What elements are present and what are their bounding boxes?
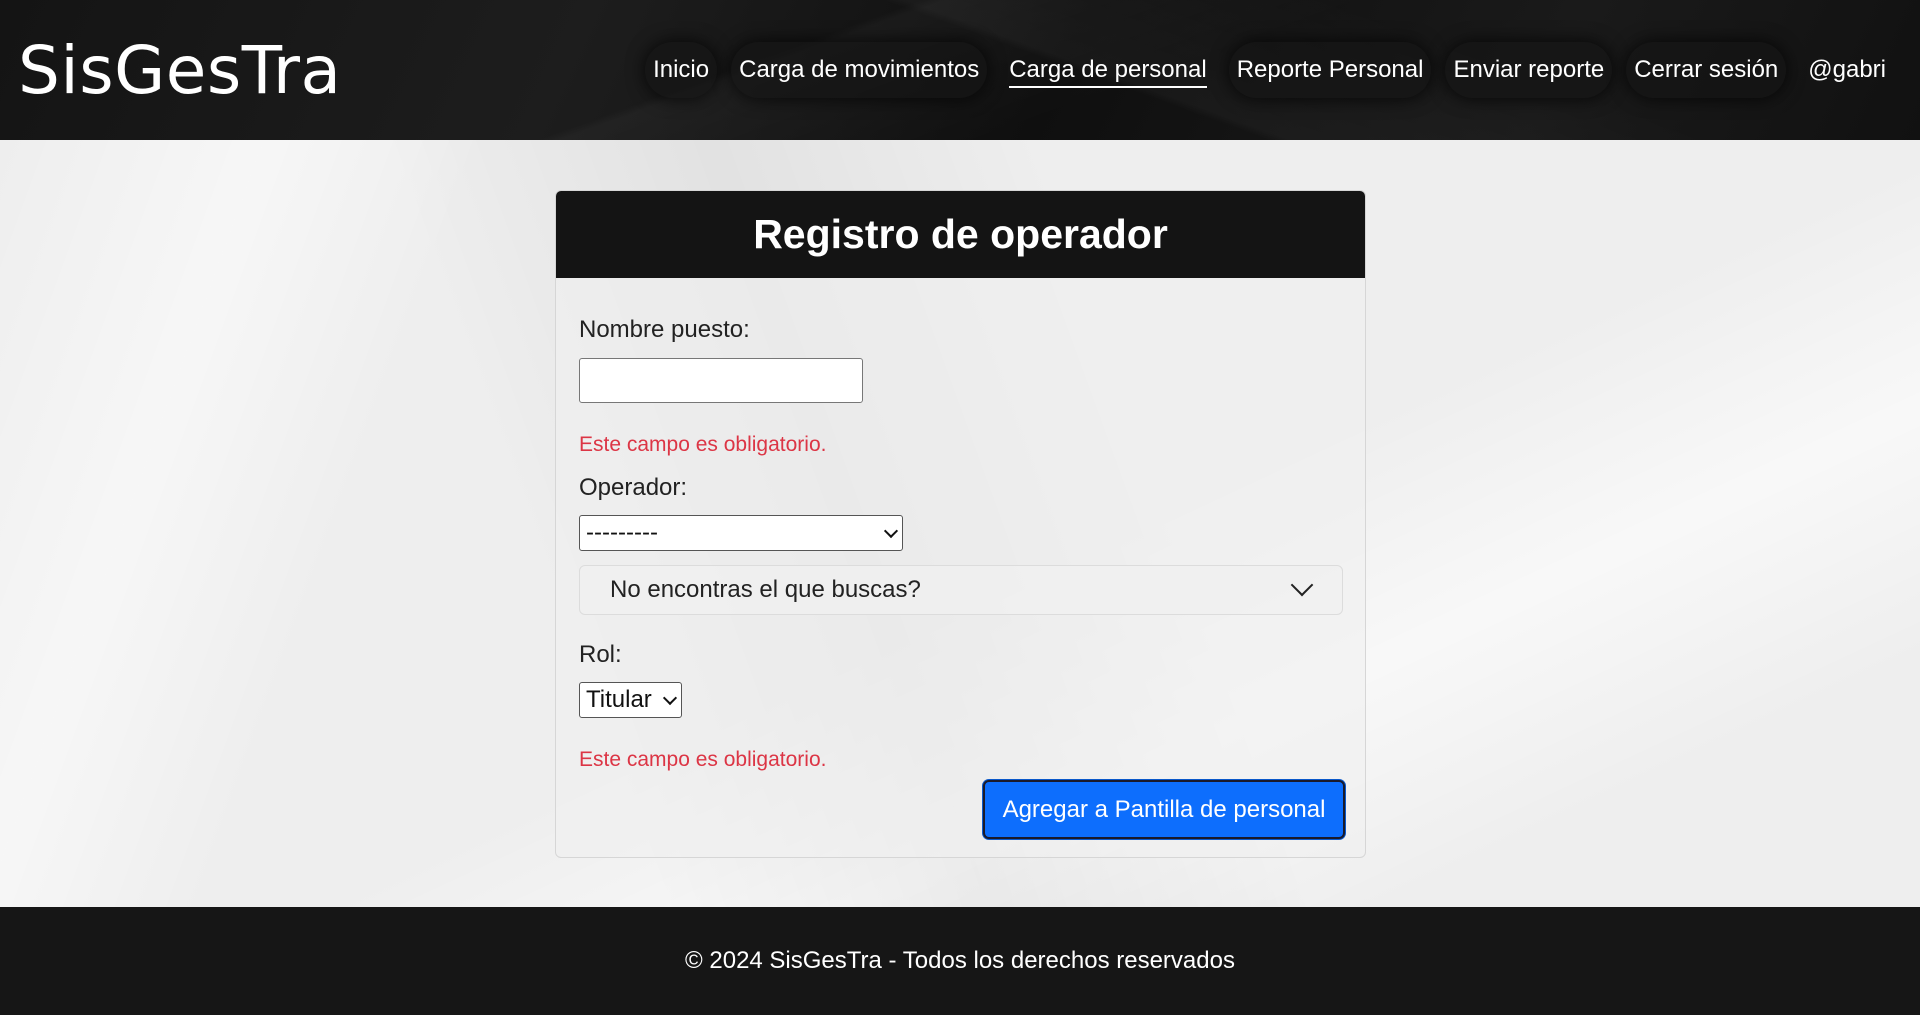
top-navbar: SisGesTra Inicio Carga de movimientos Ca… xyxy=(0,0,1920,140)
operador-selected: --------- xyxy=(586,519,658,546)
nombre-puesto-input[interactable] xyxy=(579,358,863,403)
nav-user[interactable]: @gabri xyxy=(1800,42,1894,98)
chevron-down-icon xyxy=(883,523,899,538)
nav-label: Carga de personal xyxy=(1009,56,1207,88)
registro-card: Registro de operador Nombre puesto: Este… xyxy=(555,190,1366,858)
nav-label: @gabri xyxy=(1808,56,1886,83)
rol-select[interactable]: Titular xyxy=(579,682,682,718)
brand-logo[interactable]: SisGesTra xyxy=(18,32,341,109)
operador-label: Operador: xyxy=(579,474,688,501)
footer: © 2024 SisGesTra - Todos los derechos re… xyxy=(0,907,1920,1015)
main-nav: Inicio Carga de movimientos Carga de per… xyxy=(645,42,1894,98)
nav-reporte-personal[interactable]: Reporte Personal xyxy=(1228,42,1432,98)
nav-inicio[interactable]: Inicio xyxy=(645,42,718,98)
nav-enviar-reporte[interactable]: Enviar reporte xyxy=(1445,42,1613,98)
nav-label: Carga de movimientos xyxy=(739,56,980,83)
card-title: Registro de operador xyxy=(556,191,1365,278)
agregar-button[interactable]: Agregar a Pantilla de personal xyxy=(983,780,1345,839)
nombre-puesto-label: Nombre puesto: xyxy=(579,316,750,343)
rol-selected: Titular xyxy=(586,686,652,713)
rol-label: Rol: xyxy=(579,641,622,668)
rol-error: Este campo es obligatorio. xyxy=(579,748,827,771)
footer-text: © 2024 SisGesTra - Todos los derechos re… xyxy=(685,947,1235,974)
operador-select[interactable]: --------- xyxy=(579,515,903,551)
nav-cerrar-sesion[interactable]: Cerrar sesión xyxy=(1626,42,1787,98)
accordion-label: No encontras el que buscas? xyxy=(610,576,921,603)
chevron-down-icon xyxy=(662,690,678,705)
nav-label: Inicio xyxy=(653,56,710,83)
nav-label: Enviar reporte xyxy=(1453,56,1605,83)
nav-label: Cerrar sesión xyxy=(1634,56,1779,83)
nav-label: Reporte Personal xyxy=(1236,56,1424,83)
chevron-down-icon xyxy=(1290,573,1314,597)
no-encontras-accordion[interactable]: No encontras el que buscas? xyxy=(579,565,1343,615)
nav-carga-personal[interactable]: Carga de personal xyxy=(1001,42,1214,98)
nav-carga-movimientos[interactable]: Carga de movimientos xyxy=(731,42,988,98)
nombre-puesto-error: Este campo es obligatorio. xyxy=(579,433,827,456)
